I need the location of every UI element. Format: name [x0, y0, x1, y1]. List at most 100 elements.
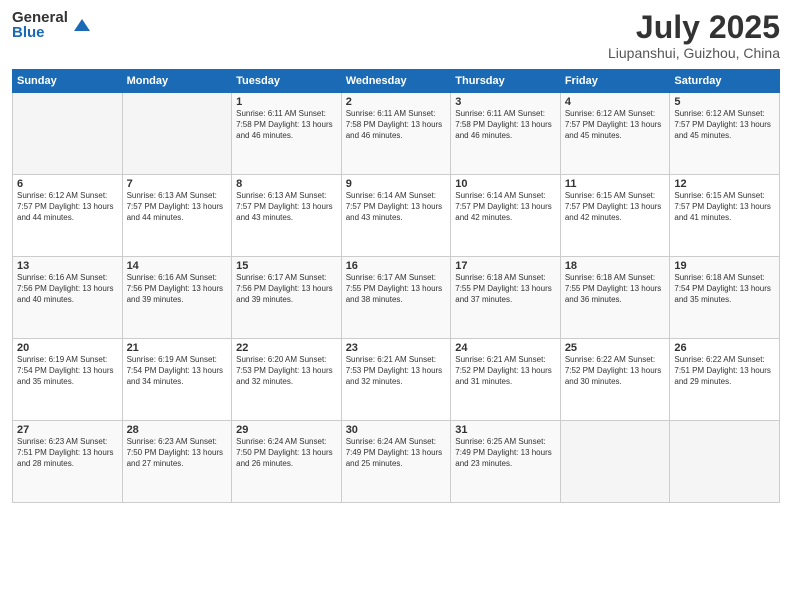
weekday-header-sunday: Sunday: [13, 70, 123, 93]
calendar-cell: 17Sunrise: 6:18 AM Sunset: 7:55 PM Dayli…: [451, 257, 561, 339]
day-number: 4: [565, 96, 666, 108]
calendar-week-5: 27Sunrise: 6:23 AM Sunset: 7:51 PM Dayli…: [13, 421, 780, 503]
calendar-cell: 26Sunrise: 6:22 AM Sunset: 7:51 PM Dayli…: [670, 339, 780, 421]
calendar-cell: 28Sunrise: 6:23 AM Sunset: 7:50 PM Dayli…: [122, 421, 232, 503]
calendar-cell: 27Sunrise: 6:23 AM Sunset: 7:51 PM Dayli…: [13, 421, 123, 503]
day-number: 25: [565, 342, 666, 354]
day-info: Sunrise: 6:11 AM Sunset: 7:58 PM Dayligh…: [236, 109, 337, 141]
day-number: 6: [17, 178, 118, 190]
day-number: 30: [346, 424, 447, 436]
day-number: 13: [17, 260, 118, 272]
day-number: 28: [127, 424, 228, 436]
day-number: 8: [236, 178, 337, 190]
day-info: Sunrise: 6:18 AM Sunset: 7:54 PM Dayligh…: [674, 273, 775, 305]
calendar-cell: 4Sunrise: 6:12 AM Sunset: 7:57 PM Daylig…: [560, 93, 670, 175]
calendar-cell: 11Sunrise: 6:15 AM Sunset: 7:57 PM Dayli…: [560, 175, 670, 257]
day-info: Sunrise: 6:12 AM Sunset: 7:57 PM Dayligh…: [565, 109, 666, 141]
day-number: 27: [17, 424, 118, 436]
day-info: Sunrise: 6:22 AM Sunset: 7:51 PM Dayligh…: [674, 355, 775, 387]
calendar-cell: 24Sunrise: 6:21 AM Sunset: 7:52 PM Dayli…: [451, 339, 561, 421]
day-info: Sunrise: 6:15 AM Sunset: 7:57 PM Dayligh…: [674, 191, 775, 223]
day-info: Sunrise: 6:16 AM Sunset: 7:56 PM Dayligh…: [127, 273, 228, 305]
day-info: Sunrise: 6:12 AM Sunset: 7:57 PM Dayligh…: [674, 109, 775, 141]
day-info: Sunrise: 6:21 AM Sunset: 7:53 PM Dayligh…: [346, 355, 447, 387]
calendar-cell: 21Sunrise: 6:19 AM Sunset: 7:54 PM Dayli…: [122, 339, 232, 421]
day-info: Sunrise: 6:11 AM Sunset: 7:58 PM Dayligh…: [346, 109, 447, 141]
day-number: 1: [236, 96, 337, 108]
day-number: 18: [565, 260, 666, 272]
day-info: Sunrise: 6:25 AM Sunset: 7:49 PM Dayligh…: [455, 437, 556, 469]
day-info: Sunrise: 6:16 AM Sunset: 7:56 PM Dayligh…: [17, 273, 118, 305]
calendar-week-2: 6Sunrise: 6:12 AM Sunset: 7:57 PM Daylig…: [13, 175, 780, 257]
day-number: 12: [674, 178, 775, 190]
weekday-header-monday: Monday: [122, 70, 232, 93]
day-info: Sunrise: 6:24 AM Sunset: 7:49 PM Dayligh…: [346, 437, 447, 469]
logo: General Blue: [12, 10, 92, 40]
logo-text: General Blue: [12, 10, 68, 40]
calendar-cell: 2Sunrise: 6:11 AM Sunset: 7:58 PM Daylig…: [341, 93, 451, 175]
calendar-title: July 2025: [608, 10, 780, 45]
calendar-cell: 9Sunrise: 6:14 AM Sunset: 7:57 PM Daylig…: [341, 175, 451, 257]
day-info: Sunrise: 6:14 AM Sunset: 7:57 PM Dayligh…: [346, 191, 447, 223]
day-info: Sunrise: 6:19 AM Sunset: 7:54 PM Dayligh…: [17, 355, 118, 387]
day-number: 3: [455, 96, 556, 108]
calendar-cell: 7Sunrise: 6:13 AM Sunset: 7:57 PM Daylig…: [122, 175, 232, 257]
day-info: Sunrise: 6:17 AM Sunset: 7:55 PM Dayligh…: [346, 273, 447, 305]
day-number: 2: [346, 96, 447, 108]
day-number: 22: [236, 342, 337, 354]
weekday-header-wednesday: Wednesday: [341, 70, 451, 93]
day-info: Sunrise: 6:22 AM Sunset: 7:52 PM Dayligh…: [565, 355, 666, 387]
calendar-cell: 16Sunrise: 6:17 AM Sunset: 7:55 PM Dayli…: [341, 257, 451, 339]
calendar-cell: 5Sunrise: 6:12 AM Sunset: 7:57 PM Daylig…: [670, 93, 780, 175]
day-number: 14: [127, 260, 228, 272]
day-number: 15: [236, 260, 337, 272]
weekday-header-friday: Friday: [560, 70, 670, 93]
day-number: 10: [455, 178, 556, 190]
calendar-subtitle: Liupanshui, Guizhou, China: [608, 45, 780, 61]
day-info: Sunrise: 6:11 AM Sunset: 7:58 PM Dayligh…: [455, 109, 556, 141]
logo-icon: [72, 15, 92, 35]
calendar-cell: 6Sunrise: 6:12 AM Sunset: 7:57 PM Daylig…: [13, 175, 123, 257]
calendar-cell: 23Sunrise: 6:21 AM Sunset: 7:53 PM Dayli…: [341, 339, 451, 421]
day-number: 16: [346, 260, 447, 272]
day-info: Sunrise: 6:14 AM Sunset: 7:57 PM Dayligh…: [455, 191, 556, 223]
calendar-cell: 31Sunrise: 6:25 AM Sunset: 7:49 PM Dayli…: [451, 421, 561, 503]
calendar-cell: 29Sunrise: 6:24 AM Sunset: 7:50 PM Dayli…: [232, 421, 342, 503]
day-info: Sunrise: 6:18 AM Sunset: 7:55 PM Dayligh…: [455, 273, 556, 305]
day-number: 26: [674, 342, 775, 354]
day-info: Sunrise: 6:23 AM Sunset: 7:51 PM Dayligh…: [17, 437, 118, 469]
calendar-cell: 25Sunrise: 6:22 AM Sunset: 7:52 PM Dayli…: [560, 339, 670, 421]
day-info: Sunrise: 6:12 AM Sunset: 7:57 PM Dayligh…: [17, 191, 118, 223]
page-container: General Blue July 2025 Liupanshui, Guizh…: [0, 0, 792, 513]
calendar-cell: 30Sunrise: 6:24 AM Sunset: 7:49 PM Dayli…: [341, 421, 451, 503]
calendar-week-3: 13Sunrise: 6:16 AM Sunset: 7:56 PM Dayli…: [13, 257, 780, 339]
day-number: 19: [674, 260, 775, 272]
calendar-cell: 8Sunrise: 6:13 AM Sunset: 7:57 PM Daylig…: [232, 175, 342, 257]
calendar-cell: 20Sunrise: 6:19 AM Sunset: 7:54 PM Dayli…: [13, 339, 123, 421]
day-info: Sunrise: 6:13 AM Sunset: 7:57 PM Dayligh…: [236, 191, 337, 223]
calendar-cell: 19Sunrise: 6:18 AM Sunset: 7:54 PM Dayli…: [670, 257, 780, 339]
day-info: Sunrise: 6:15 AM Sunset: 7:57 PM Dayligh…: [565, 191, 666, 223]
calendar-cell: 15Sunrise: 6:17 AM Sunset: 7:56 PM Dayli…: [232, 257, 342, 339]
day-number: 24: [455, 342, 556, 354]
calendar-week-1: 1Sunrise: 6:11 AM Sunset: 7:58 PM Daylig…: [13, 93, 780, 175]
calendar-cell: 10Sunrise: 6:14 AM Sunset: 7:57 PM Dayli…: [451, 175, 561, 257]
weekday-header-row: SundayMondayTuesdayWednesdayThursdayFrid…: [13, 70, 780, 93]
day-info: Sunrise: 6:19 AM Sunset: 7:54 PM Dayligh…: [127, 355, 228, 387]
day-info: Sunrise: 6:18 AM Sunset: 7:55 PM Dayligh…: [565, 273, 666, 305]
calendar-cell: [560, 421, 670, 503]
day-info: Sunrise: 6:17 AM Sunset: 7:56 PM Dayligh…: [236, 273, 337, 305]
calendar-cell: 13Sunrise: 6:16 AM Sunset: 7:56 PM Dayli…: [13, 257, 123, 339]
day-number: 20: [17, 342, 118, 354]
day-number: 21: [127, 342, 228, 354]
day-number: 9: [346, 178, 447, 190]
day-number: 7: [127, 178, 228, 190]
calendar-cell: 3Sunrise: 6:11 AM Sunset: 7:58 PM Daylig…: [451, 93, 561, 175]
day-number: 31: [455, 424, 556, 436]
calendar-cell: [122, 93, 232, 175]
weekday-header-thursday: Thursday: [451, 70, 561, 93]
day-number: 17: [455, 260, 556, 272]
calendar-cell: 18Sunrise: 6:18 AM Sunset: 7:55 PM Dayli…: [560, 257, 670, 339]
day-info: Sunrise: 6:21 AM Sunset: 7:52 PM Dayligh…: [455, 355, 556, 387]
day-info: Sunrise: 6:23 AM Sunset: 7:50 PM Dayligh…: [127, 437, 228, 469]
